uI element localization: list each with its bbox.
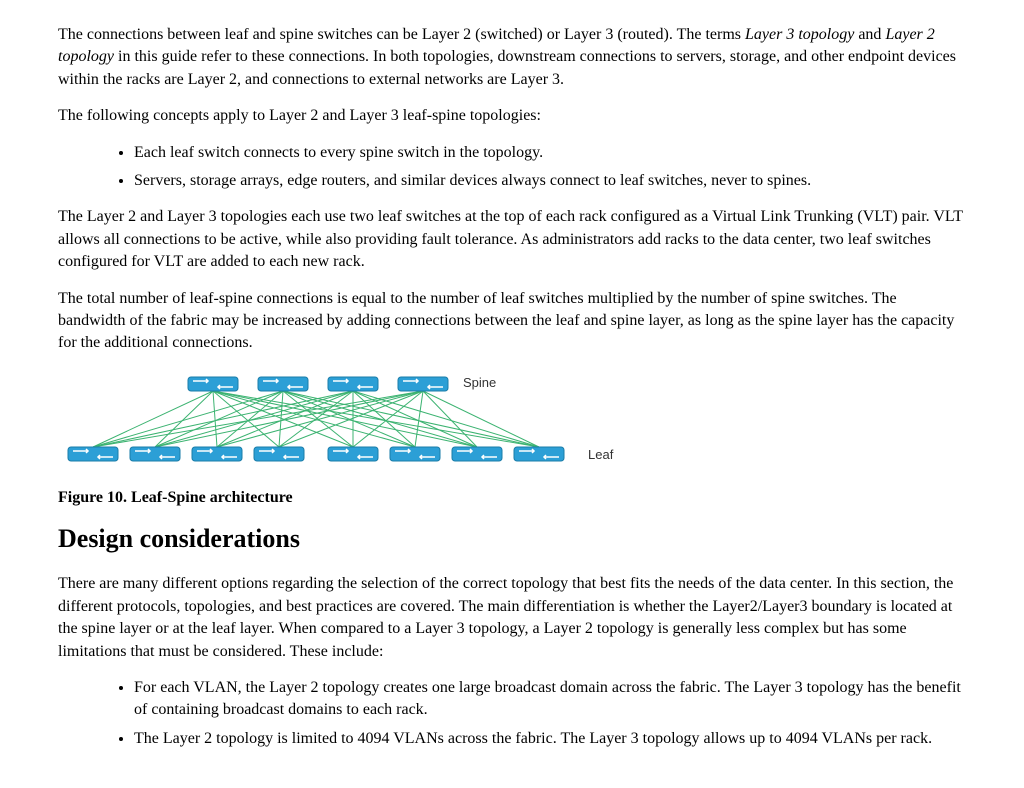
paragraph-4: The total number of leaf-spine connectio… (58, 288, 966, 355)
concepts-list: Each leaf switch connects to every spine… (58, 142, 966, 193)
leaf-spine-diagram: Spine Leaf (58, 369, 966, 479)
paragraph-5: There are many different options regardi… (58, 573, 966, 663)
list-item: For each VLAN, the Layer 2 topology crea… (134, 677, 966, 722)
paragraph-3: The Layer 2 and Layer 3 topologies each … (58, 206, 966, 273)
section-heading-design: Design considerations (58, 521, 966, 557)
text: and (854, 26, 885, 43)
leaf-label: Leaf (588, 447, 614, 462)
text: in this guide refer to these connections… (58, 48, 956, 87)
list-item: The Layer 2 topology is limited to 4094 … (134, 728, 966, 750)
term-layer3: Layer 3 topology (745, 26, 854, 43)
paragraph-1: The connections between leaf and spine s… (58, 24, 966, 91)
list-item: Each leaf switch connects to every spine… (134, 142, 966, 164)
list-item: Servers, storage arrays, edge routers, a… (134, 170, 966, 192)
limitations-list: For each VLAN, the Layer 2 topology crea… (58, 677, 966, 750)
text: The connections between leaf and spine s… (58, 26, 745, 43)
spine-label: Spine (463, 375, 496, 390)
paragraph-2: The following concepts apply to Layer 2 … (58, 105, 966, 127)
figure-caption: Figure 10. Leaf-Spine architecture (58, 487, 966, 509)
